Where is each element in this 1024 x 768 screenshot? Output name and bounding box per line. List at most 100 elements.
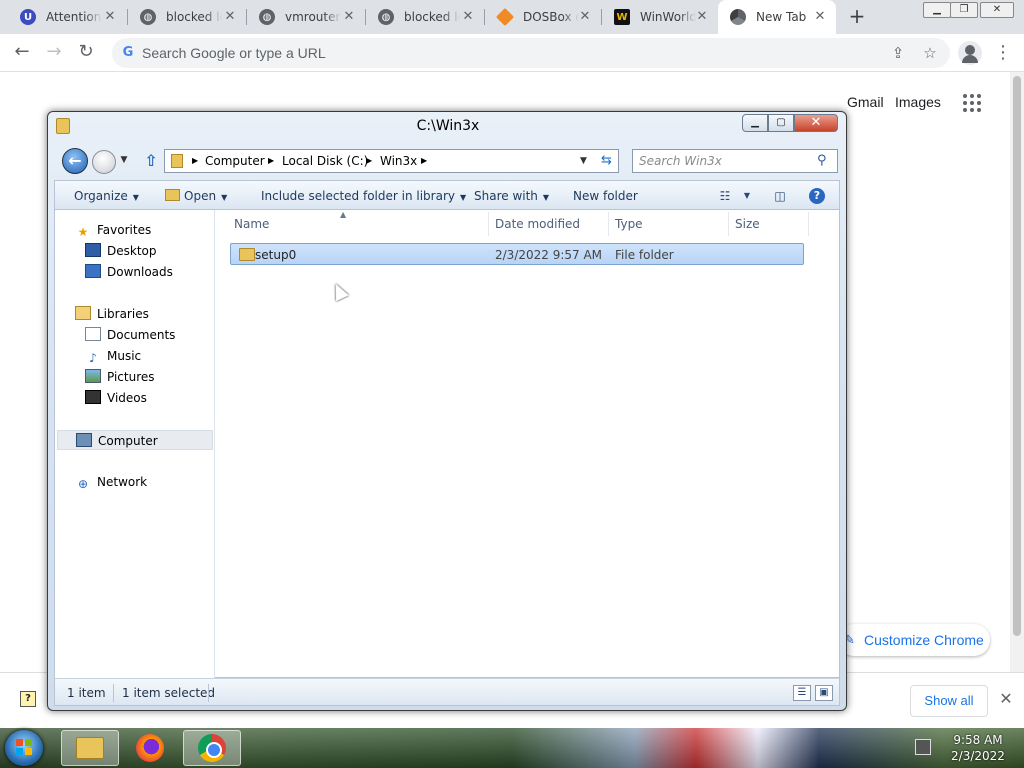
back-arrow-icon[interactable]: ← bbox=[10, 41, 34, 65]
include-in-library-menu[interactable]: Include selected folder in library ▼ bbox=[261, 188, 466, 206]
nav-desktop[interactable]: Desktop bbox=[85, 241, 157, 261]
nav-favorites[interactable]: ★ Favorites bbox=[75, 220, 152, 240]
show-all-button[interactable]: Show all bbox=[910, 685, 988, 717]
table-row[interactable]: setup0 2/3/2022 9:57 AM File folder bbox=[230, 243, 804, 302]
breadcrumb-local-disk[interactable]: Local Disk (C:) bbox=[282, 153, 368, 169]
close-icon[interactable]: ✕ bbox=[460, 9, 476, 25]
nav-computer[interactable]: Computer bbox=[57, 430, 213, 450]
taskbar-explorer-button[interactable] bbox=[61, 730, 119, 766]
download-file-icon[interactable]: ? bbox=[20, 691, 36, 707]
nav-downloads[interactable]: Downloads bbox=[85, 262, 173, 282]
nav-music[interactable]: ♪ Music bbox=[85, 346, 141, 366]
search-icon[interactable]: ⚲ bbox=[817, 153, 827, 168]
tab-blocked-1[interactable]: ◍ blocked le ✕ bbox=[128, 0, 246, 34]
up-arrow-icon[interactable]: ⇧ bbox=[142, 152, 160, 170]
chevron-down-icon: ▼ bbox=[459, 193, 467, 202]
tab-title: DOSBox d bbox=[523, 10, 579, 24]
close-icon[interactable]: ✕ bbox=[341, 9, 357, 25]
tab-dosbox[interactable]: DOSBox d ✕ bbox=[485, 0, 601, 34]
profile-avatar-icon[interactable] bbox=[958, 41, 982, 65]
view-details-icon[interactable]: ☷ bbox=[717, 188, 733, 204]
close-icon[interactable]: ✕ bbox=[222, 9, 238, 25]
recent-pages-dropdown[interactable]: ▼ bbox=[118, 154, 130, 166]
nav-libraries[interactable]: Libraries bbox=[75, 304, 149, 324]
chevron-down-icon[interactable]: ▼ bbox=[580, 153, 587, 169]
column-size[interactable]: Size bbox=[735, 216, 760, 232]
tab-winworld[interactable]: W WinWorld ✕ bbox=[602, 0, 718, 34]
new-folder-button[interactable]: New folder bbox=[573, 188, 638, 204]
new-tab-button[interactable]: + bbox=[845, 5, 869, 29]
minimize-button[interactable]: ▁ bbox=[742, 114, 768, 132]
column-date-modified[interactable]: Date modified bbox=[495, 216, 580, 232]
breadcrumb-arrow-icon[interactable]: ▶ bbox=[192, 153, 198, 169]
forward-arrow-icon[interactable] bbox=[92, 150, 116, 174]
refresh-icon[interactable]: ⇆ bbox=[595, 149, 619, 173]
nav-videos[interactable]: Videos bbox=[85, 388, 147, 408]
close-icon[interactable]: ✕ bbox=[577, 9, 593, 25]
nav-network[interactable]: ⊕ Network bbox=[75, 472, 147, 492]
search-input[interactable] bbox=[639, 153, 809, 169]
close-window-button[interactable]: ✕ bbox=[980, 2, 1014, 18]
scrollbar-thumb[interactable] bbox=[1013, 76, 1021, 636]
close-icon[interactable]: ✕ bbox=[694, 9, 710, 25]
include-label: Include selected folder in library bbox=[261, 189, 455, 203]
apps-grid-icon[interactable] bbox=[963, 94, 981, 112]
column-divider[interactable] bbox=[488, 212, 489, 236]
taskbar-chrome-button[interactable] bbox=[183, 730, 241, 766]
minimize-button[interactable]: ▁ bbox=[923, 2, 951, 18]
address-bar[interactable]: ▶ Computer ▶ Local Disk (C:) ▶ Win3x ▶ ▼ bbox=[164, 149, 619, 173]
network-tray-icon[interactable] bbox=[915, 739, 931, 755]
chevron-down-icon[interactable]: ▼ bbox=[739, 188, 755, 204]
column-divider[interactable] bbox=[728, 212, 729, 236]
preview-pane-icon[interactable]: ◫ bbox=[772, 188, 788, 204]
close-button[interactable]: ✕ bbox=[794, 114, 838, 132]
back-arrow-icon[interactable]: ← bbox=[62, 148, 88, 174]
search-box[interactable]: ⚲ bbox=[632, 149, 838, 173]
reload-icon[interactable]: ↻ bbox=[74, 41, 98, 65]
music-note-icon: ♪ bbox=[89, 351, 97, 365]
column-divider[interactable] bbox=[808, 212, 809, 236]
folder-icon bbox=[239, 248, 255, 261]
nav-pictures[interactable]: Pictures bbox=[85, 367, 155, 387]
images-link[interactable]: Images bbox=[895, 94, 941, 110]
taskbar-firefox-button[interactable] bbox=[121, 730, 179, 766]
forward-arrow-icon[interactable]: → bbox=[42, 41, 66, 65]
breadcrumb-win3x[interactable]: Win3x bbox=[380, 153, 417, 169]
chevron-down-icon: ▼ bbox=[542, 193, 550, 202]
bookmark-star-icon[interactable]: ☆ bbox=[920, 43, 940, 63]
tab-vmrouter[interactable]: ◍ vmrouter ✕ bbox=[247, 0, 365, 34]
column-type[interactable]: Type bbox=[615, 216, 643, 232]
status-divider bbox=[208, 684, 209, 702]
breadcrumb-arrow-icon[interactable]: ▶ bbox=[421, 153, 427, 169]
large-icons-view-icon[interactable]: ▣ bbox=[815, 685, 833, 701]
nav-documents[interactable]: Documents bbox=[85, 325, 175, 345]
page-scrollbar[interactable] bbox=[1010, 72, 1024, 672]
restore-button[interactable]: ❐ bbox=[950, 2, 978, 18]
start-button[interactable] bbox=[5, 730, 43, 766]
breadcrumb-arrow-icon[interactable]: ▶ bbox=[366, 153, 372, 169]
kebab-menu-icon[interactable]: ⋮ bbox=[994, 41, 1012, 65]
gmail-link[interactable]: Gmail bbox=[847, 94, 884, 110]
open-menu[interactable]: Open ▼ bbox=[165, 188, 227, 206]
globe-icon: ◍ bbox=[140, 9, 156, 25]
tab-blocked-2[interactable]: ◍ blocked le ✕ bbox=[366, 0, 484, 34]
share-icon[interactable]: ⇪ bbox=[888, 43, 908, 63]
column-name[interactable]: Name bbox=[234, 216, 269, 232]
maximize-button[interactable]: ▢ bbox=[768, 114, 794, 132]
close-shelf-icon[interactable]: ✕ bbox=[996, 689, 1016, 709]
omnibox[interactable]: G ⇪ ☆ bbox=[112, 38, 950, 68]
organize-menu[interactable]: Organize ▼ bbox=[74, 188, 139, 206]
breadcrumb-arrow-icon[interactable]: ▶ bbox=[268, 153, 274, 169]
breadcrumb-computer[interactable]: Computer bbox=[205, 153, 265, 169]
close-icon[interactable]: ✕ bbox=[812, 9, 828, 25]
tab-attention[interactable]: U Attention ✕ bbox=[8, 0, 126, 34]
close-icon[interactable]: ✕ bbox=[102, 9, 118, 25]
customize-chrome-button[interactable]: ✎ Customize Chrome bbox=[838, 624, 990, 656]
system-clock[interactable]: 9:58 AM 2/3/2022 bbox=[938, 732, 1018, 764]
details-view-icon[interactable]: ☰ bbox=[793, 685, 811, 701]
tab-new-tab[interactable]: New Tab ✕ bbox=[718, 0, 836, 34]
column-divider[interactable] bbox=[608, 212, 609, 236]
help-icon[interactable]: ? bbox=[809, 188, 825, 204]
omnibox-input[interactable] bbox=[142, 43, 862, 63]
share-with-menu[interactable]: Share with ▼ bbox=[474, 188, 549, 206]
